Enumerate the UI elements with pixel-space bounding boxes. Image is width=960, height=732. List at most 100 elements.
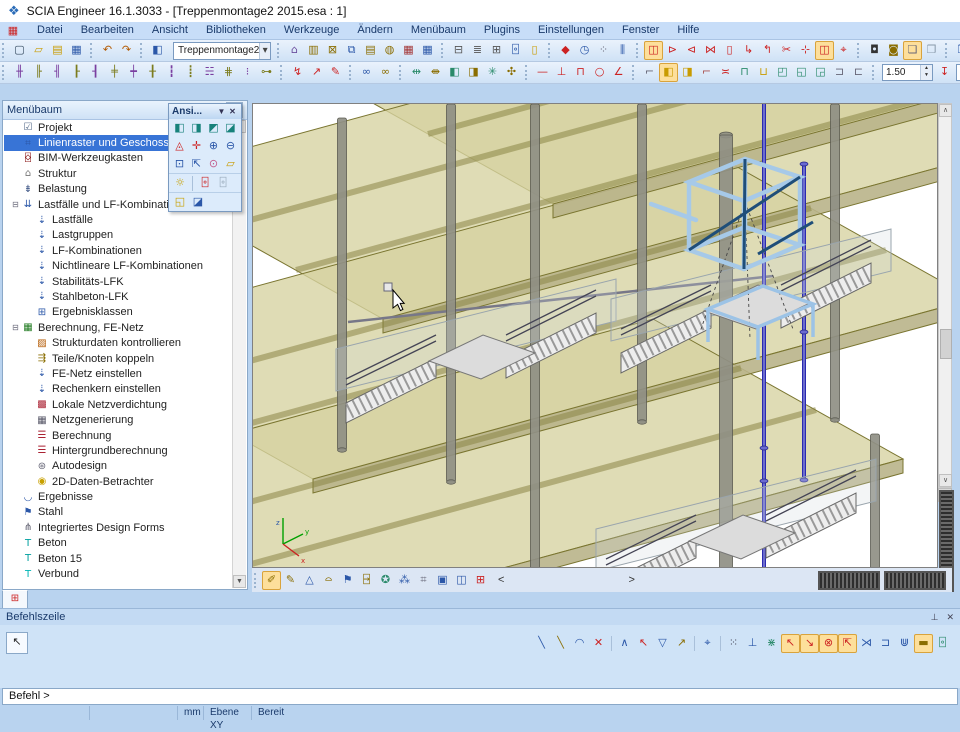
mesh-display-icon[interactable]: ⌗ bbox=[414, 571, 433, 590]
search-icon[interactable]: ◷ bbox=[575, 41, 594, 60]
select-all-icon[interactable]: ⊹ bbox=[796, 41, 815, 60]
vertex-left-icon[interactable]: ↖ bbox=[634, 634, 653, 653]
open-project-icon[interactable]: ▱ bbox=[29, 41, 48, 60]
viewbox-display-icon[interactable]: ◫ bbox=[452, 571, 471, 590]
save-all-icon[interactable]: ▤ bbox=[48, 41, 67, 60]
section-icon[interactable]: ⫼ bbox=[613, 41, 632, 60]
activity-filter-off-icon[interactable]: ❐ bbox=[922, 41, 941, 60]
pan-right-icon[interactable]: > bbox=[622, 574, 640, 586]
draw-line-2-icon[interactable]: ╲ bbox=[551, 634, 570, 653]
stretch-member-icon[interactable]: ╂ bbox=[143, 63, 162, 82]
document-viewer-icon[interactable]: ⌻ bbox=[506, 41, 525, 60]
view-restore-icon[interactable]: ⌻ bbox=[214, 174, 232, 192]
label-display-icon[interactable]: ⚑ bbox=[338, 571, 357, 590]
grid-point-snap-icon[interactable]: ⁙ bbox=[724, 634, 743, 653]
vertex-right-icon[interactable]: ↗ bbox=[672, 634, 691, 653]
render-toggle-icon[interactable]: ✎ bbox=[281, 571, 300, 590]
array-copy-icon[interactable]: ✳ bbox=[483, 63, 502, 82]
spinner-arrows-icon[interactable]: ▲▼ bbox=[920, 65, 932, 80]
paste-special-icon[interactable]: ✣ bbox=[502, 63, 521, 82]
redo-icon[interactable]: ↷ bbox=[117, 41, 136, 60]
mesh-icon[interactable]: ◍ bbox=[380, 41, 399, 60]
tree-item-integriertes-design-forms[interactable]: ⋔Integriertes Design Forms bbox=[4, 520, 233, 535]
view-corner-icon[interactable]: ◪ bbox=[222, 119, 239, 137]
structure-display-icon[interactable]: ⁂ bbox=[395, 571, 414, 590]
copy-properties-icon[interactable]: ⧉ bbox=[342, 41, 361, 60]
snap-endpoint-icon[interactable]: ↖ bbox=[781, 634, 800, 653]
window-cascade-icon[interactable]: ❐ bbox=[953, 41, 960, 60]
select-rect-icon[interactable]: ▯ bbox=[720, 41, 739, 60]
rotation-bar-horizontal-1[interactable] bbox=[818, 571, 880, 590]
rotate-member-icon[interactable]: ┇ bbox=[162, 63, 181, 82]
select-remove-icon[interactable]: ⊲ bbox=[682, 41, 701, 60]
menu-plugins[interactable]: Plugins bbox=[475, 22, 529, 39]
open-rect-icon[interactable]: ⊓ bbox=[571, 63, 590, 82]
column-head-icon[interactable]: ⊐ bbox=[830, 63, 849, 82]
prestress-tool-icon[interactable]: ◲ bbox=[811, 63, 830, 82]
select-intersect-icon[interactable]: ⋈ bbox=[701, 41, 720, 60]
tree-item-beton[interactable]: TBeton bbox=[4, 536, 233, 551]
pin-icon[interactable]: ⊥ bbox=[931, 612, 939, 623]
new-document-icon[interactable]: ▢ bbox=[10, 41, 29, 60]
scrollbar-thumb[interactable] bbox=[940, 329, 952, 359]
panel-close-icon[interactable]: ✕ bbox=[946, 612, 954, 623]
load-panel-icon[interactable]: ⊓ bbox=[735, 63, 754, 82]
divide-member-icon[interactable]: ╢ bbox=[48, 63, 67, 82]
grid-display-icon[interactable]: ⊞ bbox=[471, 571, 490, 590]
xml-export-icon[interactable]: ⊠ bbox=[323, 41, 342, 60]
draw-arc-icon[interactable]: ◠ bbox=[570, 634, 589, 653]
palette-header[interactable]: Ansi... ▼ ✕ bbox=[169, 104, 241, 119]
view-save-icon[interactable]: ⌻ bbox=[196, 174, 214, 192]
select-cursor-icon[interactable]: ⌖ bbox=[834, 41, 853, 60]
tree-item-stahl[interactable]: ⚑Stahl bbox=[4, 505, 233, 520]
select-single-icon[interactable]: ◫ bbox=[644, 41, 663, 60]
wireframe-toggle-icon[interactable]: ✐ bbox=[262, 571, 281, 590]
tree-item-stabilitäts-lfk[interactable]: ⇣Stabilitäts-LFK bbox=[4, 274, 233, 289]
view-side-icon[interactable]: ◩ bbox=[205, 119, 222, 137]
polyline-edit-icon[interactable]: ☵ bbox=[200, 63, 219, 82]
vertex-up-icon[interactable]: ∧ bbox=[615, 634, 634, 653]
view-manager-icon[interactable]: ▱ bbox=[222, 155, 239, 173]
break-line-icon[interactable]: ↯ bbox=[288, 63, 307, 82]
snap-midpoint-icon[interactable]: ↘ bbox=[800, 634, 819, 653]
tree-item-ergebnisse[interactable]: ◡Ergebnisse bbox=[4, 489, 233, 504]
line-grid-snap-icon[interactable]: ⊥ bbox=[743, 634, 762, 653]
tree-item-hintergrundberechnung[interactable]: ☰Hintergrundberechnung bbox=[4, 443, 233, 458]
dot-grid-icon[interactable]: ⁘ bbox=[594, 41, 613, 60]
results-display-icon[interactable]: ▣ bbox=[433, 571, 452, 590]
draw-line-icon[interactable]: ╲ bbox=[532, 634, 551, 653]
calculator-icon[interactable]: ⊞ bbox=[487, 41, 506, 60]
view-top-icon[interactable]: ◧ bbox=[171, 119, 188, 137]
activity-filter-icon[interactable]: ❏ bbox=[903, 41, 922, 60]
scroll-down-icon[interactable]: ▼ bbox=[233, 575, 246, 588]
document-window-icon[interactable]: ▦ bbox=[4, 24, 22, 38]
print-icon[interactable]: ⊟ bbox=[449, 41, 468, 60]
snap-arc-center-icon[interactable]: ⊐ bbox=[876, 634, 895, 653]
cursor-snap-icon[interactable]: ⌖ bbox=[698, 634, 717, 653]
vertex-down-icon[interactable]: ▽ bbox=[653, 634, 672, 653]
snap-intersection-icon[interactable]: ⊗ bbox=[819, 634, 838, 653]
viewport-vertical-scrollbar[interactable]: ∧ ∨ bbox=[938, 103, 952, 488]
view-axonometric-icon[interactable]: ◬ bbox=[171, 137, 188, 155]
zoom-in-icon[interactable]: ⊕ bbox=[205, 137, 222, 155]
table-results-icon[interactable]: ▦ bbox=[399, 41, 418, 60]
collapse-expander-icon[interactable]: ⊟ bbox=[10, 323, 21, 332]
move-node-icon[interactable]: ╫ bbox=[10, 63, 29, 82]
select-by-property-icon[interactable]: ◫ bbox=[815, 41, 834, 60]
tree-item-rechenkern-einstellen[interactable]: ⇣Rechenkern einstellen bbox=[4, 382, 233, 397]
zoom-all-icon[interactable]: ⇱ bbox=[188, 155, 205, 173]
perpendicular-icon[interactable]: ⊥ bbox=[552, 63, 571, 82]
coordinates-table-icon[interactable]: ⌻ bbox=[933, 634, 952, 653]
cut-selection-icon[interactable]: ✂ bbox=[777, 41, 796, 60]
join-members-icon[interactable]: ┠ bbox=[67, 63, 86, 82]
tree-item-beton-15[interactable]: TBeton 15 bbox=[4, 551, 233, 566]
render-settings-icon[interactable]: ◪ bbox=[189, 193, 207, 211]
chamfer-members-icon[interactable]: ⁝ bbox=[238, 63, 257, 82]
project-manager-icon[interactable]: ◧ bbox=[148, 41, 167, 60]
zoom-window-icon[interactable]: ⊡ bbox=[171, 155, 188, 173]
copy-member-icon[interactable]: ╟ bbox=[29, 63, 48, 82]
intersect-members-icon[interactable]: ⊶ bbox=[257, 63, 276, 82]
menu-menuebaum[interactable]: Menübaum bbox=[402, 22, 475, 39]
tree-item-fe-netz-einstellen[interactable]: ⇣FE-Netz einstellen bbox=[4, 366, 233, 381]
connect-members-icon[interactable]: ∞ bbox=[357, 63, 376, 82]
